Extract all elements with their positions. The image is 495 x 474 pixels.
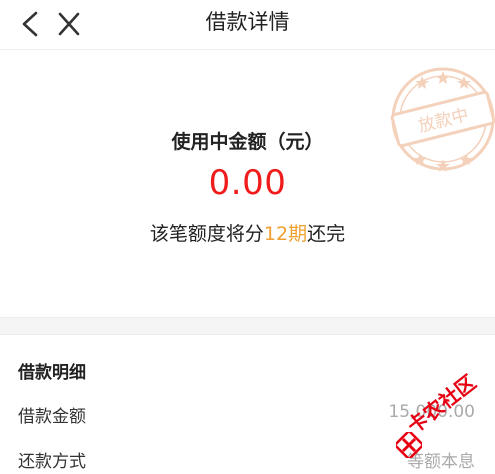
top-navigation-bar: 借款详情 xyxy=(0,0,495,50)
loan-summary-section: 使用中金额（元） 0.00 该笔额度将分12期还完 放款中 xyxy=(0,51,495,317)
page-title: 借款详情 xyxy=(205,10,290,34)
disbursing-stamp: 放款中 xyxy=(390,67,495,172)
term-prefix: 该笔额度将分 xyxy=(149,223,264,245)
section-divider xyxy=(0,317,495,335)
term-highlight: 12期 xyxy=(263,223,308,245)
repayment-method-label: 还款方式 xyxy=(18,452,86,472)
term-suffix: 还完 xyxy=(307,223,346,245)
repayment-term-text: 该笔额度将分12期还完 xyxy=(0,219,495,246)
loan-details-title: 借款明细 xyxy=(18,363,86,383)
loan-amount-label: 借款金额 xyxy=(18,407,86,427)
community-watermark: 卡农社区 xyxy=(392,370,495,474)
